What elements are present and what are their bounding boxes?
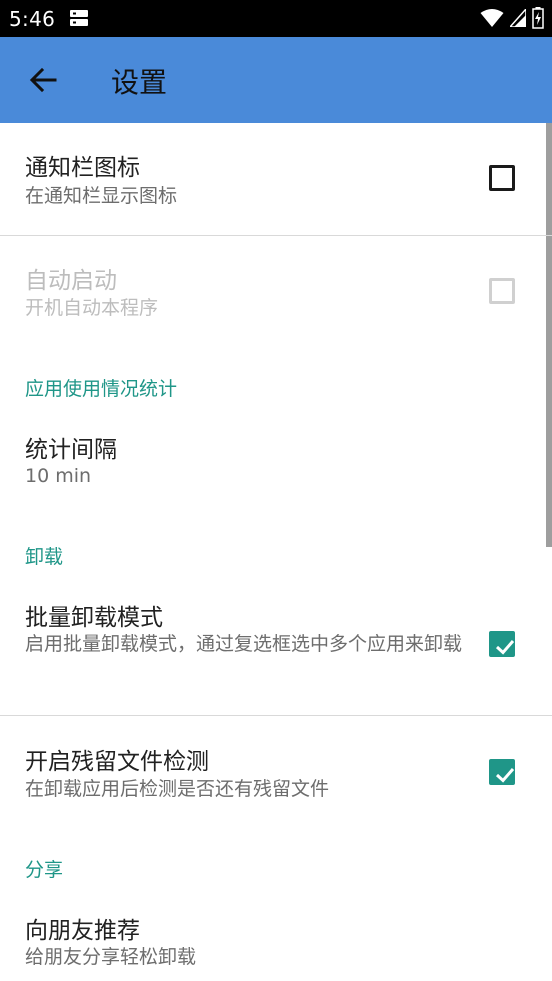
app-bar: 设置 — [0, 37, 552, 123]
notification-icon — [70, 10, 88, 26]
arrow-back-icon — [29, 67, 57, 93]
pref-summary: 10 min — [25, 465, 92, 487]
wifi-icon — [480, 9, 504, 27]
residual-detection-checkbox[interactable] — [489, 759, 515, 785]
pref-recommend[interactable]: 向朋友推荐 给朋友分享轻松卸载 — [0, 896, 552, 981]
pref-residual-detection[interactable]: 开启残留文件检测 在卸载应用后检测是否还有残留文件 — [0, 716, 552, 818]
pref-summary: 在卸载应用后检测是否还有残留文件 — [25, 778, 330, 800]
pref-summary: 启用批量卸载模式，通过复选框选中多个应用来卸载 — [25, 633, 463, 655]
page-title: 设置 — [111, 66, 168, 99]
check-icon — [495, 640, 515, 655]
pref-title: 自动启动 — [25, 268, 117, 294]
battery-charging-icon — [532, 7, 544, 29]
status-icons — [480, 7, 544, 29]
status-bar: 5:46 — [0, 0, 552, 37]
batch-uninstall-checkbox[interactable] — [489, 631, 515, 657]
pref-summary: 开机自动本程序 — [25, 297, 159, 319]
category-uninstall: 卸载 — [25, 546, 64, 568]
pref-title: 向朋友推荐 — [25, 918, 140, 944]
pref-title: 开启残留文件检测 — [25, 749, 209, 775]
category-usage-stats: 应用使用情况统计 — [25, 378, 178, 400]
pref-title: 批量卸载模式 — [25, 605, 163, 631]
status-time: 5:46 — [9, 7, 56, 31]
pref-batch-uninstall[interactable]: 批量卸载模式 启用批量卸载模式，通过复选框选中多个应用来卸载 — [0, 583, 552, 715]
notification-icon-checkbox[interactable] — [489, 165, 515, 191]
pref-title: 通知栏图标 — [25, 155, 140, 181]
pref-auto-start[interactable]: 自动启动 开机自动本程序 — [0, 236, 552, 336]
signal-icon — [510, 9, 526, 27]
settings-list[interactable]: 通知栏图标 在通知栏显示图标 自动启动 开机自动本程序 应用使用情况统计 统计间… — [0, 123, 552, 981]
category-share: 分享 — [25, 859, 64, 881]
pref-stats-interval[interactable]: 统计间隔 10 min — [0, 415, 552, 499]
pref-title: 统计间隔 — [25, 437, 117, 463]
check-icon — [495, 768, 515, 783]
pref-notification-icon[interactable]: 通知栏图标 在通知栏显示图标 — [0, 123, 552, 235]
back-button[interactable] — [22, 59, 64, 101]
pref-summary: 在通知栏显示图标 — [25, 185, 178, 207]
auto-start-checkbox[interactable] — [489, 278, 515, 304]
pref-summary: 给朋友分享轻松卸载 — [25, 946, 197, 968]
